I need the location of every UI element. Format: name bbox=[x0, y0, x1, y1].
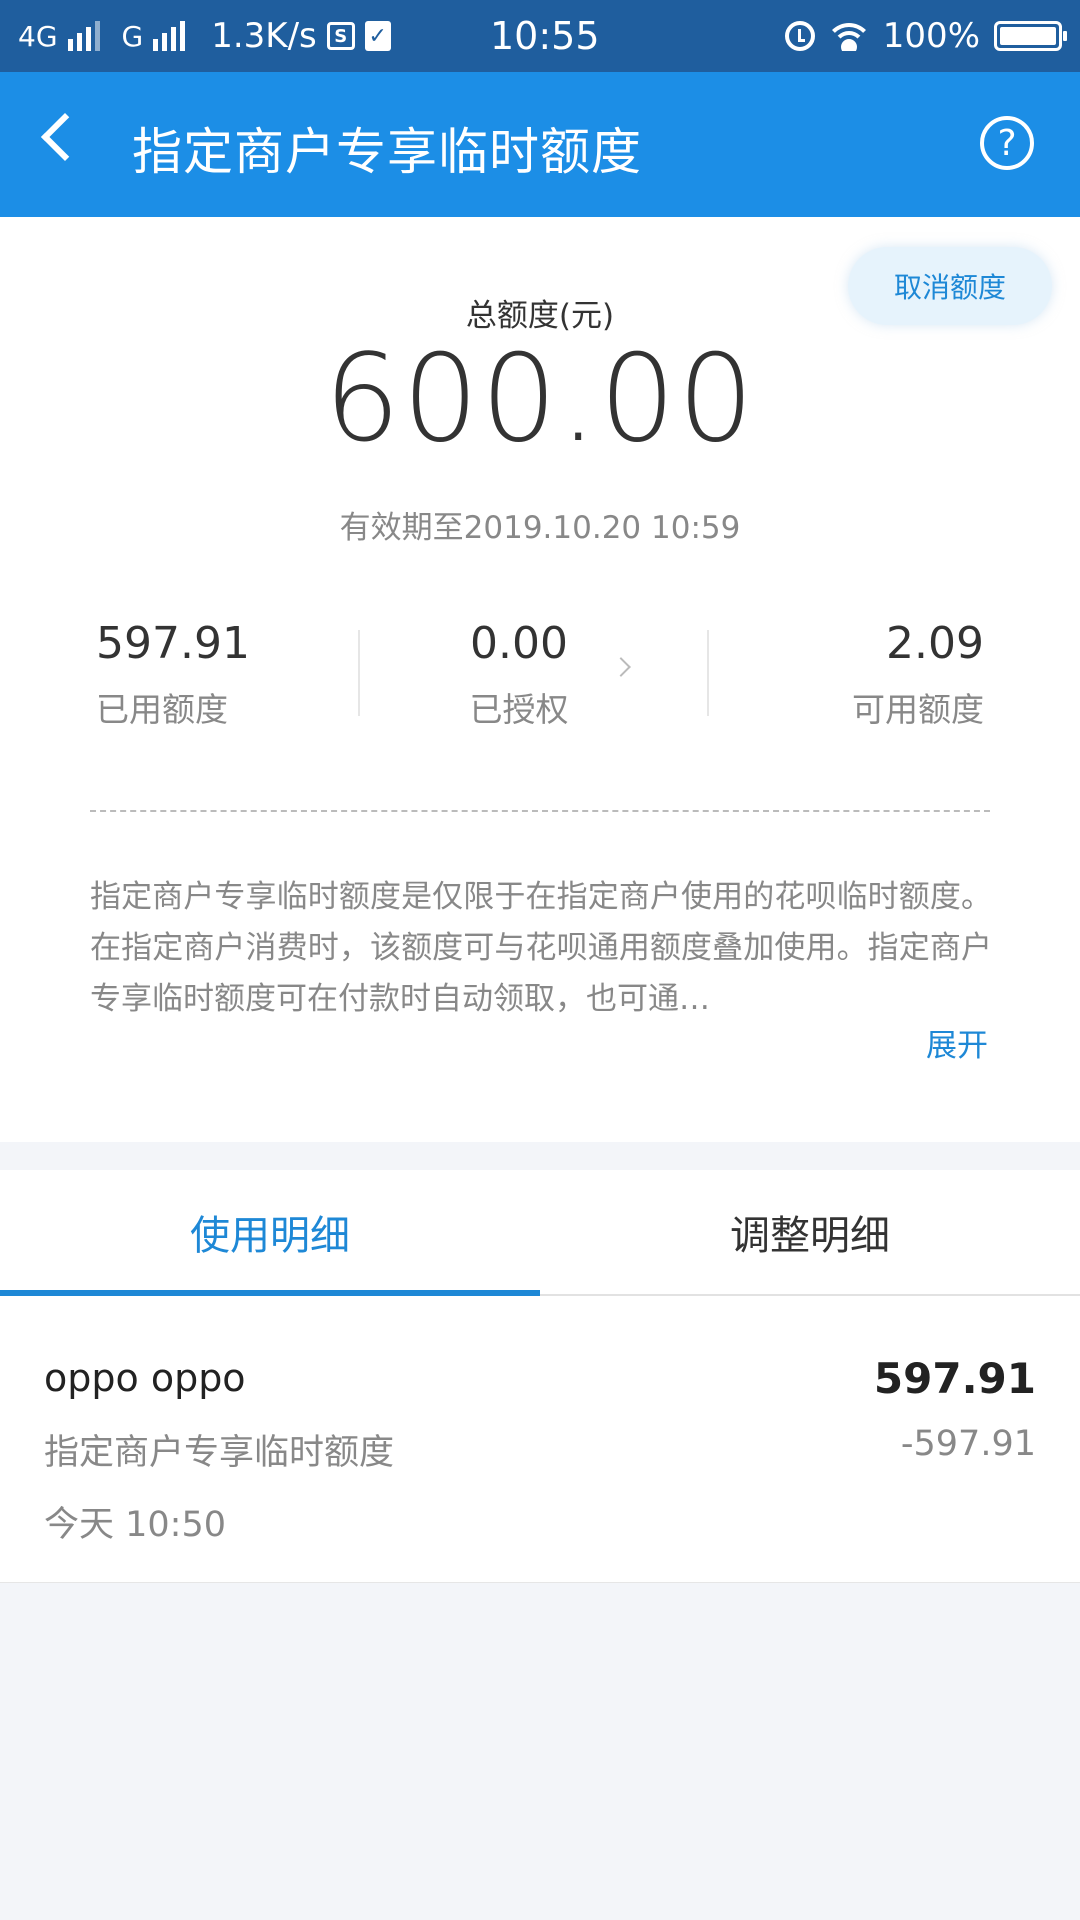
stat-divider bbox=[707, 630, 709, 716]
status-time: 10:55 bbox=[490, 14, 600, 58]
signal-icon-2 bbox=[153, 21, 186, 51]
wifi-icon bbox=[828, 21, 869, 51]
record-amount: 597.91 bbox=[873, 1354, 1036, 1403]
battery-icon bbox=[994, 21, 1067, 51]
back-arrow-icon[interactable] bbox=[40, 112, 90, 162]
used-quota-label: 已用额度 bbox=[96, 690, 228, 729]
authorized-label: 已授权 bbox=[469, 690, 569, 729]
signal-icon bbox=[67, 21, 100, 51]
alarm-icon bbox=[784, 21, 815, 51]
network-label-4g: 4G bbox=[18, 19, 58, 53]
dashed-divider bbox=[90, 810, 990, 812]
status-left: 4G G 1.3K/s S ✓ bbox=[18, 16, 391, 56]
record-time: 今天 10:50 bbox=[44, 1505, 226, 1545]
network-speed: 1.3K/s bbox=[211, 16, 317, 56]
s-app-icon: S bbox=[326, 22, 355, 50]
help-icon[interactable]: ? bbox=[980, 116, 1034, 170]
authorized-value: 0.00 bbox=[470, 618, 568, 669]
authorized-stat[interactable]: 0.00 已授权 bbox=[464, 618, 574, 731]
used-quota-value: 597.91 bbox=[96, 618, 250, 669]
page-title: 指定商户专享临时额度 bbox=[132, 123, 642, 181]
available-quota-value: 2.09 bbox=[886, 618, 984, 669]
expiry-text: 有效期至2019.10.20 10:59 bbox=[339, 510, 741, 546]
record-type: 指定商户专享临时额度 bbox=[44, 1433, 395, 1473]
record-quota-change: -597.91 bbox=[900, 1424, 1036, 1464]
nav-bar: 指定商户专享临时额度 ? bbox=[0, 72, 1080, 217]
used-quota-stat: 597.91 已用额度 bbox=[96, 618, 250, 731]
task-check-icon: ✓ bbox=[364, 21, 391, 51]
list-item[interactable]: oppo oppo 指定商户专享临时额度 今天 10:50 597.91 -59… bbox=[0, 1296, 1080, 1583]
available-quota-stat: 2.09 可用额度 bbox=[852, 618, 984, 731]
status-right: 100% bbox=[784, 16, 1067, 56]
detail-tabs: 使用明细 调整明细 bbox=[0, 1170, 1080, 1296]
available-quota-label: 可用额度 bbox=[852, 690, 984, 729]
tab-adjustment-detail[interactable]: 调整明细 bbox=[540, 1170, 1080, 1294]
total-quota-amount: 600.00 bbox=[324, 330, 756, 469]
expand-link[interactable]: 展开 bbox=[926, 1020, 988, 1065]
tab-usage-detail[interactable]: 使用明细 bbox=[0, 1170, 540, 1296]
total-quota-label: 总额度(元) bbox=[465, 298, 615, 334]
stat-divider bbox=[358, 630, 360, 716]
quota-description: 指定商户专享临时额度是仅限于在指定商户使用的花呗临时额度。在指定商户消费时，该额… bbox=[90, 879, 992, 1017]
battery-percent: 100% bbox=[882, 16, 980, 56]
record-merchant: oppo oppo bbox=[44, 1356, 246, 1400]
status-bar: 4G G 1.3K/s S ✓ 10:55 100% bbox=[0, 0, 1080, 72]
network-label-g: G bbox=[121, 19, 144, 53]
